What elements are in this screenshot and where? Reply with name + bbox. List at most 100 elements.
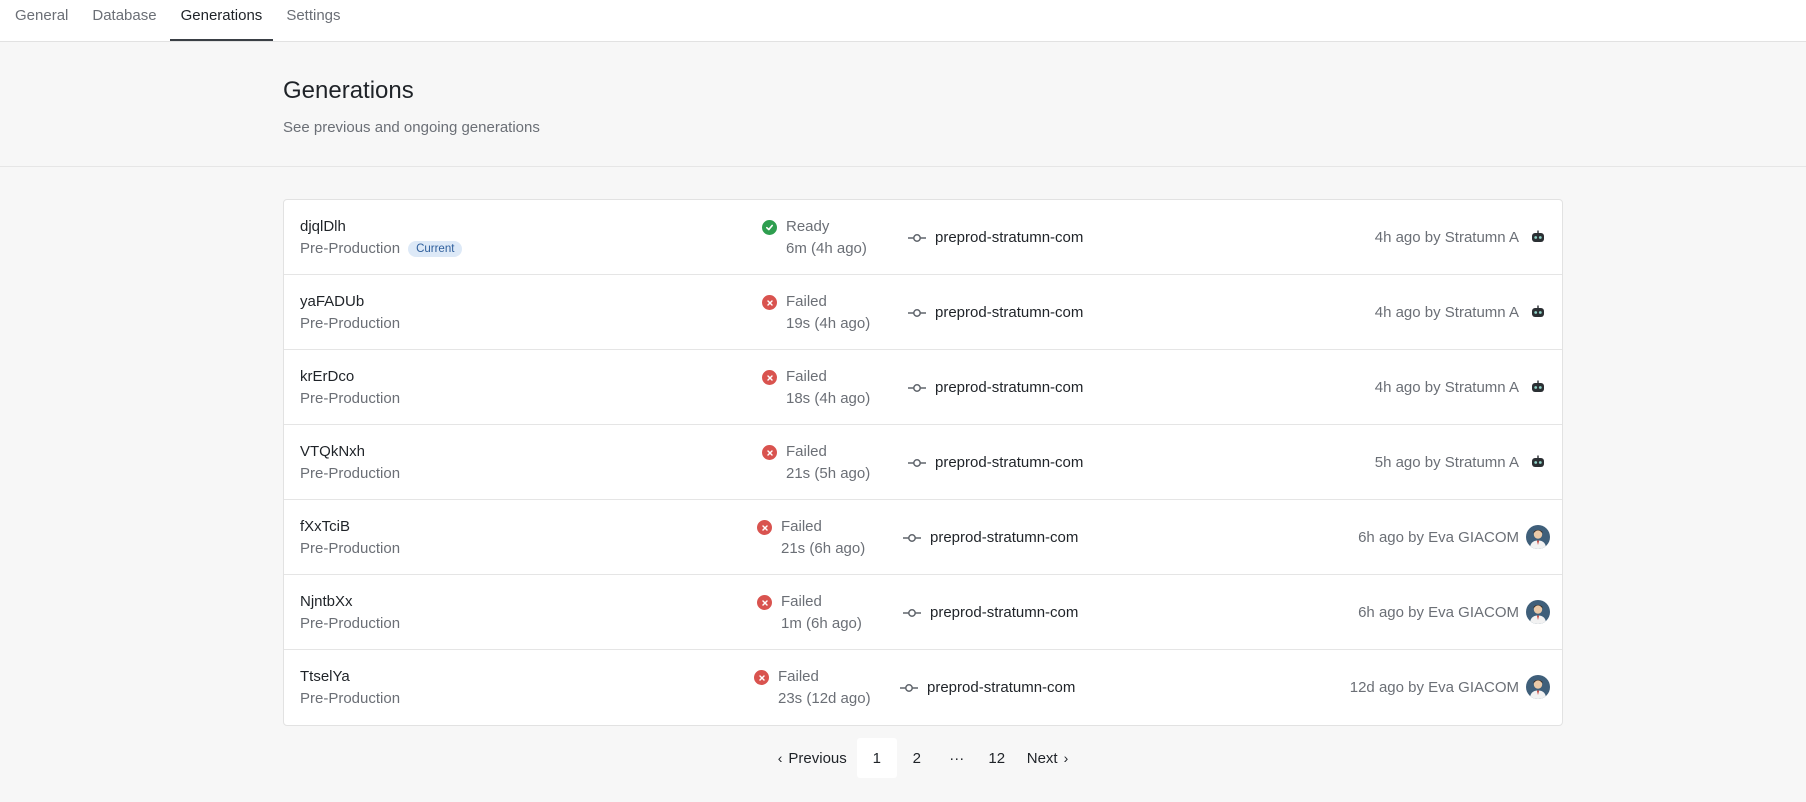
branch-column: preprod-stratumn-com [908, 379, 1083, 396]
generation-id-column: krErDco Pre-Production [300, 368, 400, 407]
page-button-1[interactable]: 1 [856, 738, 897, 778]
meta-column: 4h ago by Stratumn A [1375, 300, 1550, 324]
environment-label: Pre-Production [300, 390, 401, 407]
status-column: Failed 1m (6h ago) [757, 593, 862, 632]
status-text: Failed 1m (6h ago) [781, 593, 862, 632]
created-by-label: 4h ago by Stratumn A [1374, 228, 1519, 246]
generation-row[interactable]: krErDco Pre-Production Failed 18s (4h ago) p… [284, 350, 1562, 425]
previous-page-button[interactable]: ‹ Previous [762, 738, 857, 778]
error-circle-icon [757, 595, 772, 610]
robot-avatar-icon [1526, 300, 1550, 324]
branch-name[interactable]: preprod-stratumn-com [935, 229, 1083, 246]
previous-label: Previous [788, 749, 847, 767]
created-by-label: 12d ago by Eva GIACOM [1349, 678, 1519, 696]
duration-label: 23s (12d ago) [778, 690, 871, 707]
page-subtitle: See previous and ongoing generations [283, 119, 540, 136]
next-page-button[interactable]: Next › [1017, 738, 1085, 778]
status-label: Failed [786, 368, 827, 385]
meta-column: 5h ago by Stratumn A [1375, 450, 1550, 474]
environment-label: Pre-Production [300, 315, 401, 332]
generation-row[interactable]: djqlDlh Pre-Production Current Ready 6m (4h … [284, 200, 1562, 275]
created-by-label: 5h ago by Stratumn A [1374, 453, 1519, 471]
check-circle-icon [762, 220, 777, 235]
robot-avatar-icon [1526, 225, 1550, 249]
branch-name[interactable]: preprod-stratumn-com [930, 529, 1078, 546]
generation-id-column: NjntbXx Pre-Production [300, 593, 400, 632]
generation-row[interactable]: fXxTciB Pre-Production Failed 21s (6h ago) p… [284, 500, 1562, 575]
status-text: Ready 6m (4h ago) [786, 218, 867, 257]
error-circle-icon [754, 670, 769, 685]
meta-column: 4h ago by Stratumn A [1375, 225, 1550, 249]
page-title: Generations [283, 77, 414, 104]
generation-id[interactable]: djqlDlh [300, 218, 462, 235]
status-column: Failed 23s (12d ago) [754, 668, 871, 707]
status-label: Failed [778, 668, 819, 685]
duration-label: 18s (4h ago) [786, 390, 871, 407]
meta-column: 4h ago by Stratumn A [1375, 375, 1550, 399]
status-label: Ready [786, 218, 830, 235]
duration-label: 6m (4h ago) [786, 240, 867, 257]
meta-column: 6h ago by Eva GIACOM [1358, 525, 1550, 549]
environment-line: Pre-Production [300, 615, 400, 632]
status-column: Failed 21s (5h ago) [762, 443, 870, 482]
generation-row[interactable]: VTQkNxh Pre-Production Failed 21s (5h ago) p… [284, 425, 1562, 500]
generation-id-column: djqlDlh Pre-Production Current [300, 218, 463, 257]
duration-label: 21s (6h ago) [781, 540, 866, 557]
status-label: Failed [786, 293, 827, 310]
commit-icon [900, 683, 918, 692]
environment-label: Pre-Production [300, 690, 401, 707]
branch-column: preprod-stratumn-com [900, 679, 1075, 696]
user-avatar-icon [1526, 600, 1550, 624]
branch-name[interactable]: preprod-stratumn-com [935, 379, 1083, 396]
created-by-label: 4h ago by Stratumn A [1374, 378, 1519, 396]
main-content: djqlDlh Pre-Production Current Ready 6m (4h … [0, 167, 1806, 778]
generation-row[interactable]: yaFADUb Pre-Production Failed 19s (4h ago) p… [284, 275, 1562, 350]
branch-name[interactable]: preprod-stratumn-com [927, 679, 1075, 696]
status-text: Failed 19s (4h ago) [786, 293, 870, 332]
status-column: Ready 6m (4h ago) [762, 218, 867, 257]
tab-general[interactable]: General [4, 1, 79, 41]
tab-generations[interactable]: Generations [169, 1, 274, 41]
generation-row[interactable]: TtselYa Pre-Production Failed 23s (12d ago)… [284, 650, 1562, 725]
environment-line: Pre-Production [300, 540, 400, 557]
chevron-right-icon: › [1063, 750, 1069, 766]
environment-line: Pre-Production Current [300, 240, 463, 257]
tab-settings[interactable]: Settings [275, 1, 351, 41]
status-text: Failed 21s (5h ago) [786, 443, 870, 482]
current-badge: Current [408, 240, 463, 257]
branch-column: preprod-stratumn-com [903, 529, 1078, 546]
error-circle-icon [762, 445, 777, 460]
environment-line: Pre-Production [300, 690, 400, 707]
generation-id-column: TtselYa Pre-Production [300, 668, 400, 707]
generation-row[interactable]: NjntbXx Pre-Production Failed 1m (6h ago) pr… [284, 575, 1562, 650]
duration-label: 19s (4h ago) [786, 315, 871, 332]
generation-id[interactable]: VTQkNxh [300, 443, 400, 460]
next-label: Next [1026, 749, 1058, 767]
branch-name[interactable]: preprod-stratumn-com [930, 604, 1078, 621]
duration-label: 1m (6h ago) [781, 615, 862, 632]
duration-label: 21s (5h ago) [786, 465, 871, 482]
page-button-2[interactable]: 2 [897, 738, 937, 778]
branch-name[interactable]: preprod-stratumn-com [935, 454, 1083, 471]
generation-id-column: fXxTciB Pre-Production [300, 518, 400, 557]
branch-name[interactable]: preprod-stratumn-com [935, 304, 1083, 321]
status-column: Failed 21s (6h ago) [757, 518, 865, 557]
page-button-12[interactable]: 12 [977, 738, 1017, 778]
branch-column: preprod-stratumn-com [908, 454, 1083, 471]
meta-column: 6h ago by Eva GIACOM [1358, 600, 1550, 624]
pagination: ‹ Previous 1 2 ··· 12 Next › [283, 738, 1563, 778]
generation-id[interactable]: yaFADUb [300, 293, 400, 310]
status-text: Failed 23s (12d ago) [778, 668, 871, 707]
generation-id-column: yaFADUb Pre-Production [300, 293, 400, 332]
generation-id[interactable]: TtselYa [300, 668, 400, 685]
tab-bar: General Database Generations Settings [0, 0, 1806, 42]
generation-id[interactable]: krErDco [300, 368, 400, 385]
commit-icon [908, 308, 926, 317]
generations-list: djqlDlh Pre-Production Current Ready 6m (4h … [283, 199, 1563, 726]
generation-id[interactable]: fXxTciB [300, 518, 400, 535]
tab-database[interactable]: Database [81, 1, 167, 41]
environment-label: Pre-Production [300, 540, 401, 557]
user-avatar-icon [1526, 525, 1550, 549]
generation-id[interactable]: NjntbXx [300, 593, 400, 610]
status-column: Failed 18s (4h ago) [762, 368, 870, 407]
